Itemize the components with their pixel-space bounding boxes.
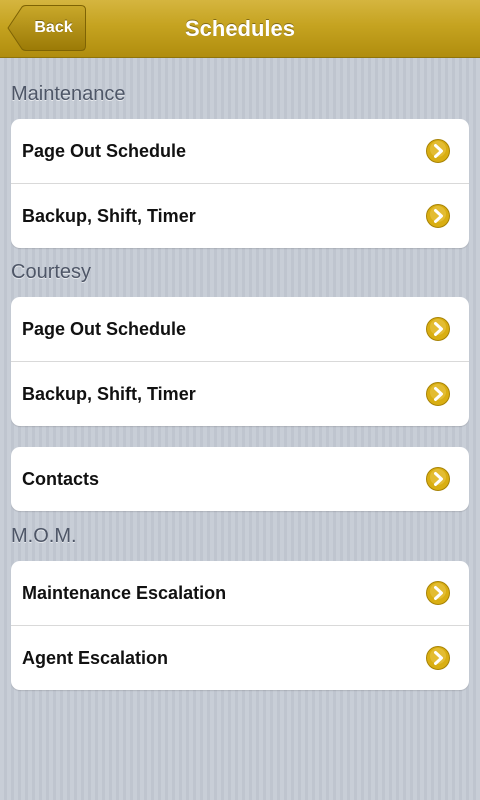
navigation-bar: Schedules Back	[0, 0, 480, 58]
chevron-right-icon	[426, 581, 450, 605]
section-header-courtesy: Courtesy	[11, 261, 92, 283]
chevron-right-icon	[426, 646, 450, 670]
list-item-courtesy-backup-shift-timer[interactable]: Backup, Shift, Timer	[11, 361, 469, 426]
list-item-maintenance-page-out-schedule[interactable]: Page Out Schedule	[11, 119, 469, 183]
group-courtesy: Page Out Schedule Backup, Shift, Timer	[11, 297, 469, 426]
list-item-contacts[interactable]: Contacts	[11, 447, 469, 511]
list-item-label: Backup, Shift, Timer	[22, 206, 196, 226]
section-header-mom: M.O.M.	[11, 525, 77, 547]
group-mom: Maintenance Escalation Agent Escalation	[11, 561, 469, 690]
chevron-right-icon	[426, 317, 450, 341]
chevron-right-icon	[426, 139, 450, 163]
list-item-agent-escalation[interactable]: Agent Escalation	[11, 625, 469, 690]
chevron-right-icon	[426, 204, 450, 228]
list-item-maintenance-escalation[interactable]: Maintenance Escalation	[11, 561, 469, 625]
back-button[interactable]: Back	[7, 5, 86, 51]
list-item-label: Maintenance Escalation	[22, 583, 227, 603]
back-button-label: Back	[34, 19, 73, 36]
chevron-right-icon	[426, 467, 450, 491]
chevron-right-icon	[426, 382, 450, 406]
group-maintenance: Page Out Schedule Backup, Shift, Timer	[11, 119, 469, 248]
list-item-label: Page Out Schedule	[22, 319, 187, 339]
group-contacts: Contacts	[11, 447, 469, 511]
list-item-maintenance-backup-shift-timer[interactable]: Backup, Shift, Timer	[11, 183, 469, 248]
list-item-label: Contacts	[22, 469, 100, 489]
list-item-courtesy-page-out-schedule[interactable]: Page Out Schedule	[11, 297, 469, 361]
list-item-label: Page Out Schedule	[22, 141, 187, 161]
section-header-maintenance: Maintenance	[11, 83, 126, 105]
list-item-label: Agent Escalation	[22, 648, 169, 668]
list-item-label: Backup, Shift, Timer	[22, 384, 196, 404]
